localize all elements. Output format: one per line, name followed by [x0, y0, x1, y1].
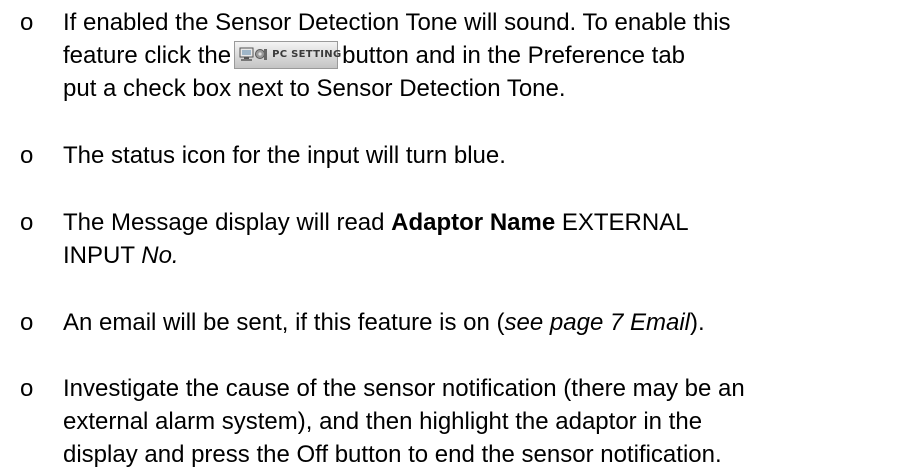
pc-setting-button[interactable]: PC SETTING [234, 40, 342, 69]
item-1-line-3: put a check box next to Sensor Detection… [63, 75, 566, 102]
item-5-line-3: display and press the Off button to end … [63, 441, 722, 468]
pc-setting-button-label: PC SETTING [272, 48, 342, 60]
list-item-text: The Message display will read Adaptor Na… [63, 206, 903, 272]
item-1-line-2-post: button and in the Preference tab [342, 42, 686, 69]
item-3-line-2-pre: INPUT [63, 242, 135, 269]
item-4-line-1-pre: An email will be sent, if this feature i… [63, 309, 505, 336]
item-3-line-1-pre: The Message display will read [63, 209, 385, 236]
list-bullet: o [20, 9, 34, 36]
item-4-line-1-post: ). [689, 309, 705, 336]
item-1-line-2-pre: feature click the [63, 42, 232, 69]
list-item-text: If enabled the Sensor Detection Tone wil… [63, 6, 903, 105]
list-item-text: The status icon for the input will turn … [63, 139, 903, 172]
item-3-line-1-post: EXTERNAL [561, 209, 689, 236]
item-5-line-1: Investigate the cause of the sensor noti… [63, 375, 745, 402]
input-number-italic: No. [141, 242, 179, 269]
list-bullet: o [20, 375, 34, 402]
list-item-text: An email will be sent, if this feature i… [63, 306, 903, 339]
email-page-reference: see page 7 Email [504, 309, 690, 336]
item-1-line-1: If enabled the Sensor Detection Tone wil… [63, 9, 731, 36]
list-bullet: o [20, 209, 34, 236]
list-item-text: Investigate the cause of the sensor noti… [63, 372, 903, 471]
pc-setting-icon [239, 46, 269, 62]
item-5-line-2: external alarm system), and then highlig… [63, 408, 703, 435]
adaptor-name-bold: Adaptor Name [391, 209, 556, 236]
item-2-line-1: The status icon for the input will turn … [63, 142, 506, 169]
list-bullet: o [20, 309, 34, 336]
list-bullet: o [20, 142, 34, 169]
